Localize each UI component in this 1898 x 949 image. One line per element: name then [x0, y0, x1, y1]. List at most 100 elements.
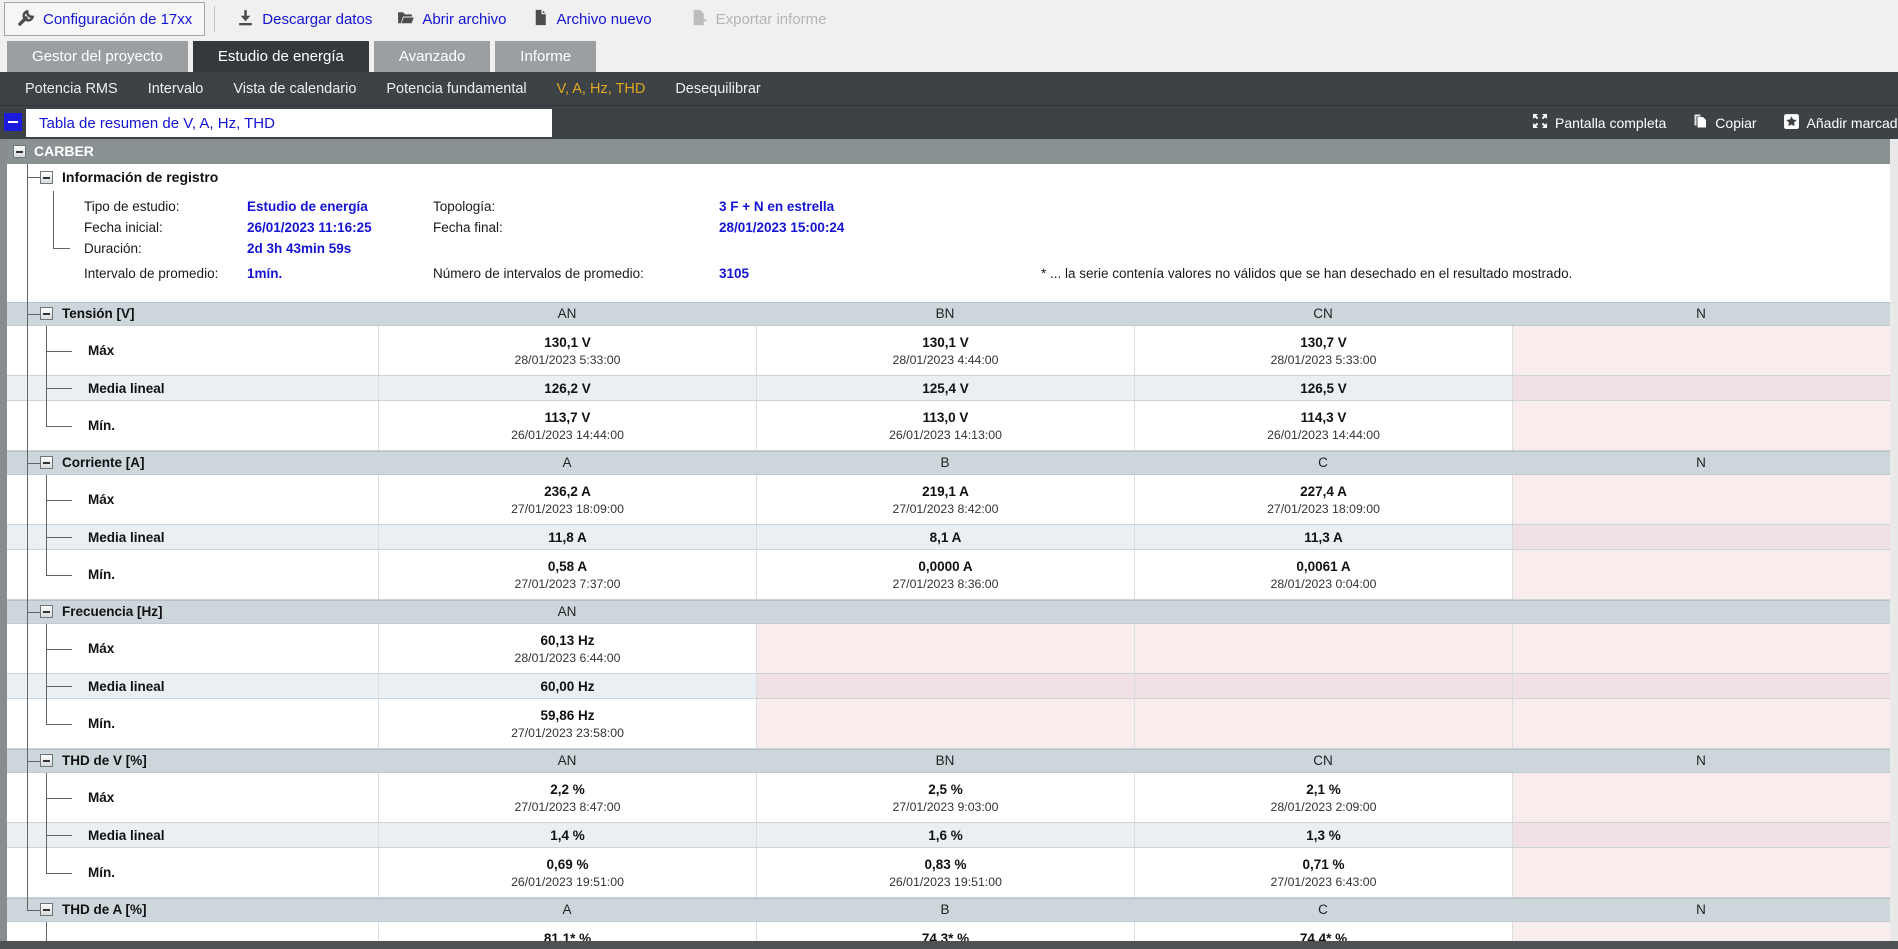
- tree-line: [27, 910, 40, 911]
- tree-line: [27, 314, 40, 315]
- section-header-row[interactable]: Corriente [A]ABCN: [7, 451, 1890, 475]
- section-collapse-icon[interactable]: [40, 307, 53, 320]
- copy-icon: [1692, 113, 1708, 132]
- column-header: A: [527, 452, 607, 474]
- invalid-values-note: * ... la serie contenía valores no válid…: [1041, 264, 1572, 284]
- empty-cell: [1512, 624, 1890, 673]
- section-header-row[interactable]: Tensión [V]ANBNCNN: [7, 302, 1890, 326]
- bookmark-star-icon: [1783, 113, 1800, 133]
- data-cell: 2,2 %27/01/2023 8:47:00: [378, 773, 756, 822]
- bottom-scrollbar[interactable]: [0, 941, 1898, 949]
- group-header-row[interactable]: CARBER: [7, 139, 1890, 164]
- cell-value: 227,4 A: [1300, 483, 1347, 500]
- cell-value: 0,71 %: [1302, 856, 1344, 873]
- folder-open-icon: [396, 8, 415, 31]
- tree-line: [46, 500, 72, 501]
- record-info-fields: Tipo de estudio: Estudio de energía Topo…: [7, 191, 1890, 302]
- left-gray-strip: [0, 139, 7, 941]
- tab-avanzado[interactable]: Avanzado: [374, 41, 490, 72]
- subtab-vista-de-calendario[interactable]: Vista de calendario: [218, 81, 371, 97]
- fullscreen-button[interactable]: Pantalla completa: [1532, 113, 1666, 132]
- info-row: Duración: 2d 3h 43min 59s: [7, 239, 1890, 259]
- add-bookmark-button[interactable]: Añadir marcador: [1783, 113, 1898, 133]
- data-cell: 113,7 V26/01/2023 14:44:00: [378, 401, 756, 450]
- record-info-header[interactable]: Información de registro: [7, 164, 1890, 191]
- column-header: N: [1661, 303, 1741, 325]
- empty-cell: [1512, 699, 1890, 748]
- subtab-desequilibrar[interactable]: Desequilibrar: [660, 81, 775, 97]
- table-row: Mín.59,86 Hz27/01/2023 23:58:00: [7, 699, 1890, 749]
- copy-button[interactable]: Copiar: [1692, 113, 1756, 132]
- section-collapse-icon[interactable]: [40, 605, 53, 618]
- tab-informe[interactable]: Informe: [495, 41, 596, 72]
- cell-time: 26/01/2023 14:13:00: [889, 428, 1002, 443]
- cell-value: 219,1 A: [922, 483, 969, 500]
- tree-line: [46, 388, 72, 389]
- data-cell: 0,69 %26/01/2023 19:51:00: [378, 848, 756, 897]
- table-row: Mín.0,69 %26/01/2023 19:51:000,83 %26/01…: [7, 848, 1890, 898]
- section-collapse-icon[interactable]: [40, 754, 53, 767]
- row-label: Media lineal: [88, 823, 165, 847]
- study-type-label: Tipo de estudio:: [84, 197, 180, 217]
- subtab-potencia-fundamental[interactable]: Potencia fundamental: [371, 81, 541, 97]
- empty-cell: [1512, 823, 1890, 847]
- cell-value: 130,1 V: [922, 334, 969, 351]
- section-header-row[interactable]: THD de A [%]ABCN: [7, 898, 1890, 922]
- row-label: Máx: [88, 773, 114, 822]
- data-cell: 11,8 A: [378, 525, 756, 549]
- tab-estudio-de-energia[interactable]: Estudio de energía: [193, 41, 369, 72]
- section-header-row[interactable]: THD de V [%]ANBNCNN: [7, 749, 1890, 773]
- duration-label: Duración:: [84, 239, 142, 259]
- column-header: A: [527, 899, 607, 921]
- column-header: AN: [527, 750, 607, 772]
- section-collapse-icon[interactable]: [40, 903, 53, 916]
- download-icon: [236, 8, 255, 31]
- view-title-input[interactable]: [26, 109, 552, 137]
- cell-time: 28/01/2023 0:04:00: [1271, 577, 1377, 592]
- section-header-row[interactable]: Frecuencia [Hz]AN: [7, 600, 1890, 624]
- subtab-v-a-hz-thd[interactable]: V, A, Hz, THD: [542, 81, 661, 97]
- collapse-view-icon[interactable]: [4, 113, 22, 131]
- data-cell: 227,4 A27/01/2023 18:09:00: [1134, 475, 1512, 524]
- column-header: B: [905, 452, 985, 474]
- subtab-intervalo[interactable]: Intervalo: [133, 81, 219, 97]
- subtab-potencia-rms[interactable]: Potencia RMS: [10, 81, 133, 97]
- cell-value: 11,8 A: [548, 529, 587, 546]
- data-cell: 1,4 %: [378, 823, 756, 847]
- new-file-button[interactable]: Archivo nuevo: [519, 3, 664, 35]
- info-row: Fecha inicial: 26/01/2023 11:16:25 Fecha…: [7, 218, 1890, 238]
- open-file-label: Abrir archivo: [422, 11, 506, 28]
- cell-value: 2,5 %: [928, 781, 963, 798]
- column-header: N: [1661, 899, 1741, 921]
- avg-interval-value: 1mín.: [247, 264, 282, 284]
- row-label: Mín.: [88, 848, 115, 897]
- table-row: Máx2,2 %27/01/2023 8:47:002,5 %27/01/202…: [7, 773, 1890, 823]
- tree-line: [46, 873, 72, 874]
- summary-table-sections: Tensión [V]ANBNCNNMáx130,1 V28/01/2023 5…: [7, 302, 1890, 949]
- cell-value: 8,1 A: [930, 529, 962, 546]
- table-row: Mín.0,58 A27/01/2023 7:37:000,0000 A27/0…: [7, 550, 1890, 600]
- info-row: Tipo de estudio: Estudio de energía Topo…: [7, 197, 1890, 217]
- cell-time: 27/01/2023 23:58:00: [511, 726, 624, 741]
- tree-line: [46, 475, 47, 575]
- group-collapse-icon[interactable]: [13, 145, 26, 158]
- column-header: C: [1283, 899, 1363, 921]
- export-report-button[interactable]: Exportar informe: [678, 3, 839, 35]
- end-date-label: Fecha final:: [433, 218, 503, 238]
- row-label: Mín.: [88, 699, 115, 748]
- cell-value: 1,4 %: [550, 827, 585, 844]
- tree-line: [46, 537, 72, 538]
- cell-time: 27/01/2023 6:43:00: [1271, 875, 1377, 890]
- table-row: Media lineal60,00 Hz: [7, 674, 1890, 699]
- tree-line: [46, 624, 47, 724]
- download-data-button[interactable]: Descargar datos: [224, 3, 384, 35]
- add-bookmark-label: Añadir marcador: [1807, 115, 1898, 131]
- empty-cell: [1512, 326, 1890, 375]
- tab-gestor-del-proyecto[interactable]: Gestor del proyecto: [7, 41, 188, 72]
- configure-17xx-button[interactable]: Configuración de 17xx: [4, 2, 205, 36]
- section-title: THD de A [%]: [62, 899, 147, 921]
- section-collapse-icon[interactable]: [40, 456, 53, 469]
- open-file-button[interactable]: Abrir archivo: [384, 3, 518, 35]
- record-info-collapse-icon[interactable]: [40, 171, 53, 184]
- cell-value: 114,3 V: [1301, 409, 1347, 426]
